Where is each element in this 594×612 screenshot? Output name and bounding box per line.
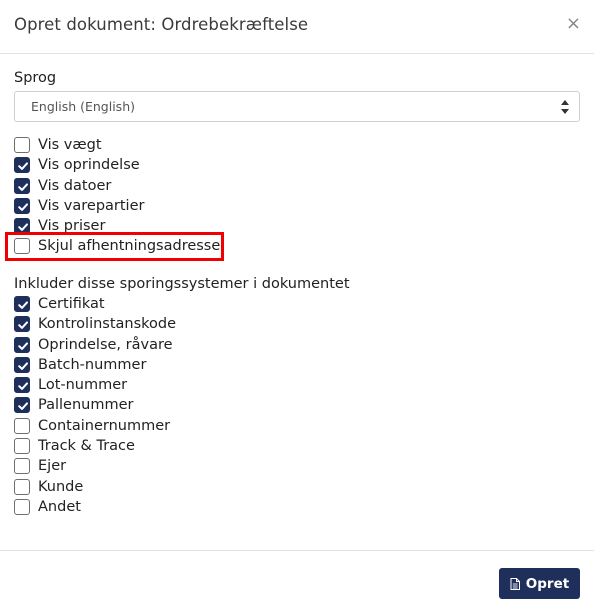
create-button-label: Opret [525, 575, 570, 592]
select-arrows-icon [561, 100, 569, 114]
checkbox-row[interactable]: Vis datoer [14, 176, 580, 196]
checkbox-row[interactable]: Containernummer [14, 416, 580, 436]
checkbox-unchecked[interactable] [14, 238, 30, 255]
checkbox-label: Containernummer [38, 417, 171, 434]
checkbox-row[interactable]: Vis oprindelse [14, 155, 580, 175]
check-icon [18, 321, 28, 330]
checkbox-row[interactable]: Vis priser [14, 216, 580, 236]
checkbox-label: Lot-nummer [38, 377, 128, 394]
checkbox-label: Pallenummer [38, 397, 134, 414]
checkbox-row[interactable]: Andet [14, 497, 580, 517]
dialog-body: Sprog English (English) Vis vægt Vis opri… [14, 70, 580, 515]
dialog-footer: Opret [0, 550, 594, 612]
language-label: Sprog [14, 70, 57, 86]
checkbox-row[interactable]: Skjul afhentningsadresse [14, 236, 580, 256]
checkbox-checked[interactable] [14, 177, 30, 194]
checkbox-row[interactable]: Vis vægt [14, 135, 580, 155]
checkbox-checked[interactable] [14, 296, 30, 312]
check-icon [18, 362, 28, 370]
close-icon[interactable]: × [566, 14, 581, 34]
checkbox-label: Kontrolinstanskode [38, 316, 177, 333]
checkbox-label: Certifikat [38, 296, 105, 312]
checkbox-label: Vis vægt [38, 137, 102, 153]
checkbox-label: Skjul afhentningsadresse [38, 238, 221, 255]
check-icon [18, 301, 28, 309]
language-select-value: English (English) [31, 99, 135, 114]
checkbox-unchecked[interactable] [14, 498, 30, 515]
checkbox-row[interactable]: Ejer [14, 456, 580, 476]
checkbox-label: Vis varepartier [38, 197, 145, 214]
dialog-header: Opret dokument: Ordrebekræftelse × [0, 0, 594, 54]
checkbox-row[interactable]: Track & Trace [14, 436, 580, 456]
check-icon [18, 341, 28, 350]
create-document-dialog: Opret dokument: Ordrebekræftelse × Sprog… [0, 0, 594, 612]
check-icon [18, 182, 28, 191]
checkbox-row[interactable]: Kunde [14, 477, 580, 497]
display-options-list: Vis vægt Vis oprindelse Vis datoer Vis vare… [14, 135, 580, 257]
checkbox-label: Vis oprindelse [38, 157, 140, 174]
create-button[interactable]: Opret [499, 568, 580, 599]
dialog-title: Opret dokument: Ordrebekræftelse [14, 15, 309, 34]
checkbox-label: Kunde [38, 478, 84, 495]
checkbox-unchecked[interactable] [14, 458, 30, 475]
checkbox-checked[interactable] [14, 197, 30, 214]
checkbox-checked[interactable] [14, 316, 30, 333]
checkbox-label: Vis datoer [38, 177, 112, 194]
checkbox-checked[interactable] [14, 336, 30, 353]
checkbox-label: Oprindelse, råvare [38, 336, 173, 353]
checkbox-checked[interactable] [14, 377, 30, 394]
checkbox-unchecked[interactable] [14, 478, 30, 495]
check-icon [18, 162, 28, 171]
checkbox-checked[interactable] [14, 356, 30, 373]
checkbox-label: Track & Trace [38, 438, 135, 455]
checkbox-row[interactable]: Certifikat [14, 294, 580, 314]
checkbox-unchecked[interactable] [14, 417, 30, 434]
tracking-systems-list: Certifikat Kontrolinstanskode Oprindelse, … [14, 294, 580, 517]
checkbox-label: Ejer [38, 458, 67, 475]
checkbox-checked[interactable] [14, 218, 30, 235]
checkbox-row[interactable]: Pallenummer [14, 395, 580, 415]
checkbox-row[interactable]: Lot-nummer [14, 375, 580, 395]
checkbox-checked[interactable] [14, 397, 30, 414]
tracking-heading: Inkluder disse sporingssystemer i dokume… [14, 276, 350, 292]
checkbox-checked[interactable] [14, 157, 30, 174]
checkbox-unchecked[interactable] [14, 438, 30, 455]
checkbox-label: Batch-nummer [38, 356, 147, 373]
checkbox-row[interactable]: Kontrolinstanskode [14, 314, 580, 334]
check-icon [18, 382, 28, 391]
check-icon [18, 223, 28, 232]
checkbox-row[interactable]: Vis varepartier [14, 196, 580, 216]
check-icon [18, 203, 28, 211]
check-icon [18, 402, 28, 411]
checkbox-row[interactable]: Oprindelse, råvare [14, 335, 580, 355]
language-select[interactable]: English (English) [14, 91, 580, 122]
document-icon [510, 577, 520, 590]
checkbox-unchecked[interactable] [14, 137, 30, 153]
checkbox-row[interactable]: Batch-nummer [14, 355, 580, 375]
checkbox-label: Andet [38, 498, 81, 515]
checkbox-label: Vis priser [38, 218, 106, 235]
